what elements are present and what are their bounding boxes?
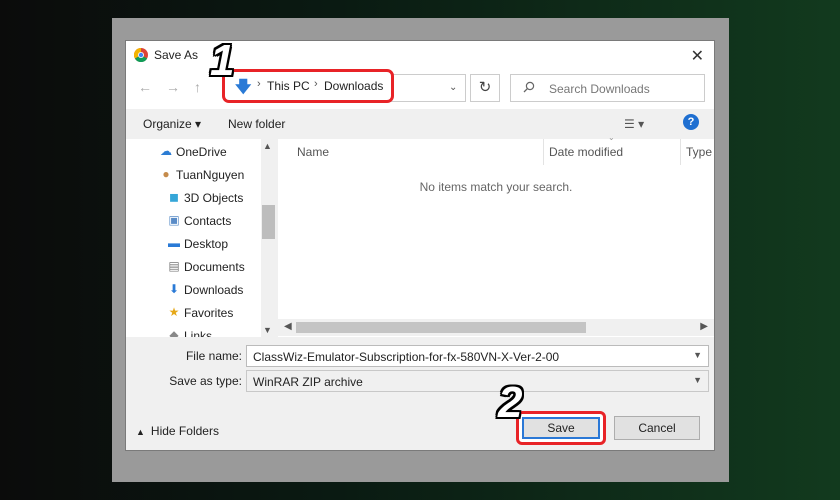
user-icon: ● bbox=[162, 167, 170, 181]
save-as-type-select[interactable]: WinRAR ZIP archive ▼ bbox=[246, 370, 709, 392]
new-folder-button[interactable]: New folder bbox=[228, 117, 285, 131]
sidebar-item-links[interactable]: ◆ Links bbox=[126, 325, 261, 337]
chevron-up-icon: ▲ bbox=[136, 427, 145, 437]
sidebar-item-label: 3D Objects bbox=[184, 191, 244, 205]
save-as-dialog: Save As ✕ ← → ↑ ⌄ ↻ Search Downloads 🡇 ›… bbox=[125, 40, 715, 451]
empty-list-message: No items match your search. bbox=[419, 180, 573, 194]
step-2-annotation: 2 bbox=[498, 378, 523, 427]
sidebar-item-contacts[interactable]: ▣ Contacts bbox=[126, 210, 261, 232]
help-icon[interactable]: ? bbox=[683, 114, 699, 130]
command-bar: Organize ▾ New folder ☰ ▾ ? bbox=[126, 109, 714, 139]
sidebar-item-label: TuanNguyen bbox=[176, 168, 245, 182]
save-button[interactable]: Save bbox=[522, 417, 600, 439]
file-list: Name ⌄ Date modified Type No items match… bbox=[278, 133, 714, 337]
organize-button[interactable]: Organize ▾ bbox=[143, 117, 201, 131]
file-name-label: File name: bbox=[185, 349, 242, 363]
column-divider[interactable] bbox=[680, 139, 681, 165]
search-box[interactable]: Search Downloads bbox=[510, 74, 705, 102]
sidebar-item-favorites[interactable]: ★ Favorites bbox=[126, 302, 261, 324]
sidebar-item-tuannguyen[interactable]: ● TuanNguyen bbox=[126, 164, 261, 186]
breadcrumb-item-downloads[interactable]: Downloads bbox=[324, 79, 383, 93]
column-header-name[interactable]: Name bbox=[297, 145, 329, 159]
download-icon: ⬇ bbox=[168, 282, 180, 296]
file-list-scrollbar[interactable]: ◀ ▶ bbox=[278, 319, 714, 336]
sort-chevron-icon: ⌄ bbox=[608, 133, 615, 142]
sidebar-item-label: Links bbox=[184, 329, 213, 337]
chrome-icon bbox=[134, 48, 148, 62]
navigation-scrollbar[interactable]: ▲ ▼ bbox=[261, 139, 276, 337]
sidebar-item-label: Favorites bbox=[184, 306, 234, 320]
desktop-icon: ▬ bbox=[168, 236, 180, 250]
column-divider[interactable] bbox=[543, 139, 544, 165]
hide-folders-button[interactable]: ▲ Hide Folders bbox=[136, 424, 219, 438]
chevron-down-icon[interactable]: ▼ bbox=[693, 375, 702, 385]
up-arrow-icon[interactable]: ↑ bbox=[194, 79, 201, 95]
scrollbar-thumb[interactable] bbox=[296, 322, 586, 333]
close-icon[interactable]: ✕ bbox=[691, 46, 704, 66]
chevron-down-icon[interactable]: ▼ bbox=[693, 350, 702, 360]
scrollbar-thumb[interactable] bbox=[262, 205, 275, 239]
forward-arrow-icon[interactable]: → bbox=[166, 79, 180, 95]
file-name-field[interactable]: ClassWiz-Emulator-Subscription-for-fx-58… bbox=[246, 345, 709, 367]
view-options-icon[interactable]: ☰ ▾ bbox=[624, 117, 644, 131]
search-placeholder: Search Downloads bbox=[549, 82, 650, 96]
scroll-left-icon[interactable]: ◀ bbox=[284, 321, 292, 332]
sidebar-item-label: Downloads bbox=[184, 283, 244, 297]
file-name-value: ClassWiz-Emulator-Subscription-for-fx-58… bbox=[253, 350, 560, 364]
sidebar-item-desktop[interactable]: ▬ Desktop bbox=[126, 233, 261, 255]
cloud-icon: ☁ bbox=[160, 144, 172, 158]
sidebar-item-label: Contacts bbox=[184, 214, 232, 228]
sidebar-item-documents[interactable]: ▤ Documents bbox=[126, 256, 261, 278]
breadcrumb-separator: › bbox=[257, 78, 261, 90]
column-header-type[interactable]: Type bbox=[686, 145, 712, 159]
cancel-button[interactable]: Cancel bbox=[614, 416, 700, 440]
search-icon bbox=[523, 81, 535, 96]
scroll-down-icon[interactable]: ▼ bbox=[263, 325, 272, 335]
hide-folders-label: Hide Folders bbox=[150, 424, 219, 438]
back-arrow-icon[interactable]: ← bbox=[138, 79, 152, 95]
document-icon: ▤ bbox=[168, 259, 180, 273]
navigation-pane: ☁ OneDrive ● TuanNguyen ◼ 3D Objects ▣ C… bbox=[126, 139, 276, 337]
breadcrumb-separator: › bbox=[314, 78, 318, 90]
star-folder-icon: ★ bbox=[168, 305, 180, 319]
save-as-type-value: WinRAR ZIP archive bbox=[253, 375, 363, 389]
sidebar-item-label: Desktop bbox=[184, 237, 229, 251]
save-as-type-label: Save as type: bbox=[169, 374, 242, 388]
sidebar-item-3d-objects[interactable]: ◼ 3D Objects bbox=[126, 187, 261, 209]
breadcrumb-item-this-pc[interactable]: This PC bbox=[267, 79, 310, 93]
column-header-date-modified[interactable]: Date modified bbox=[549, 145, 623, 159]
contacts-icon: ▣ bbox=[168, 213, 180, 227]
scroll-right-icon[interactable]: ▶ bbox=[700, 321, 708, 332]
breadcrumb[interactable]: 🡇 › This PC › Downloads bbox=[222, 69, 394, 103]
cube-icon: ◼ bbox=[169, 190, 179, 204]
refresh-icon: ↻ bbox=[478, 79, 492, 96]
scroll-up-icon[interactable]: ▲ bbox=[263, 141, 272, 151]
dialog-title: Save As bbox=[154, 48, 199, 62]
save-button-highlight: Save bbox=[516, 411, 606, 445]
refresh-button[interactable]: ↻ bbox=[470, 74, 500, 102]
sidebar-item-label: Documents bbox=[184, 260, 245, 274]
sidebar-item-onedrive[interactable]: ☁ OneDrive bbox=[126, 141, 261, 163]
sidebar-item-downloads[interactable]: ⬇ Downloads bbox=[126, 279, 261, 301]
sidebar-item-label: OneDrive bbox=[176, 145, 227, 159]
step-1-annotation: 1 bbox=[210, 36, 235, 85]
link-icon: ◆ bbox=[169, 328, 179, 337]
download-arrow-icon: 🡇 bbox=[235, 79, 252, 96]
address-dropdown-icon[interactable]: ⌄ bbox=[449, 82, 457, 93]
